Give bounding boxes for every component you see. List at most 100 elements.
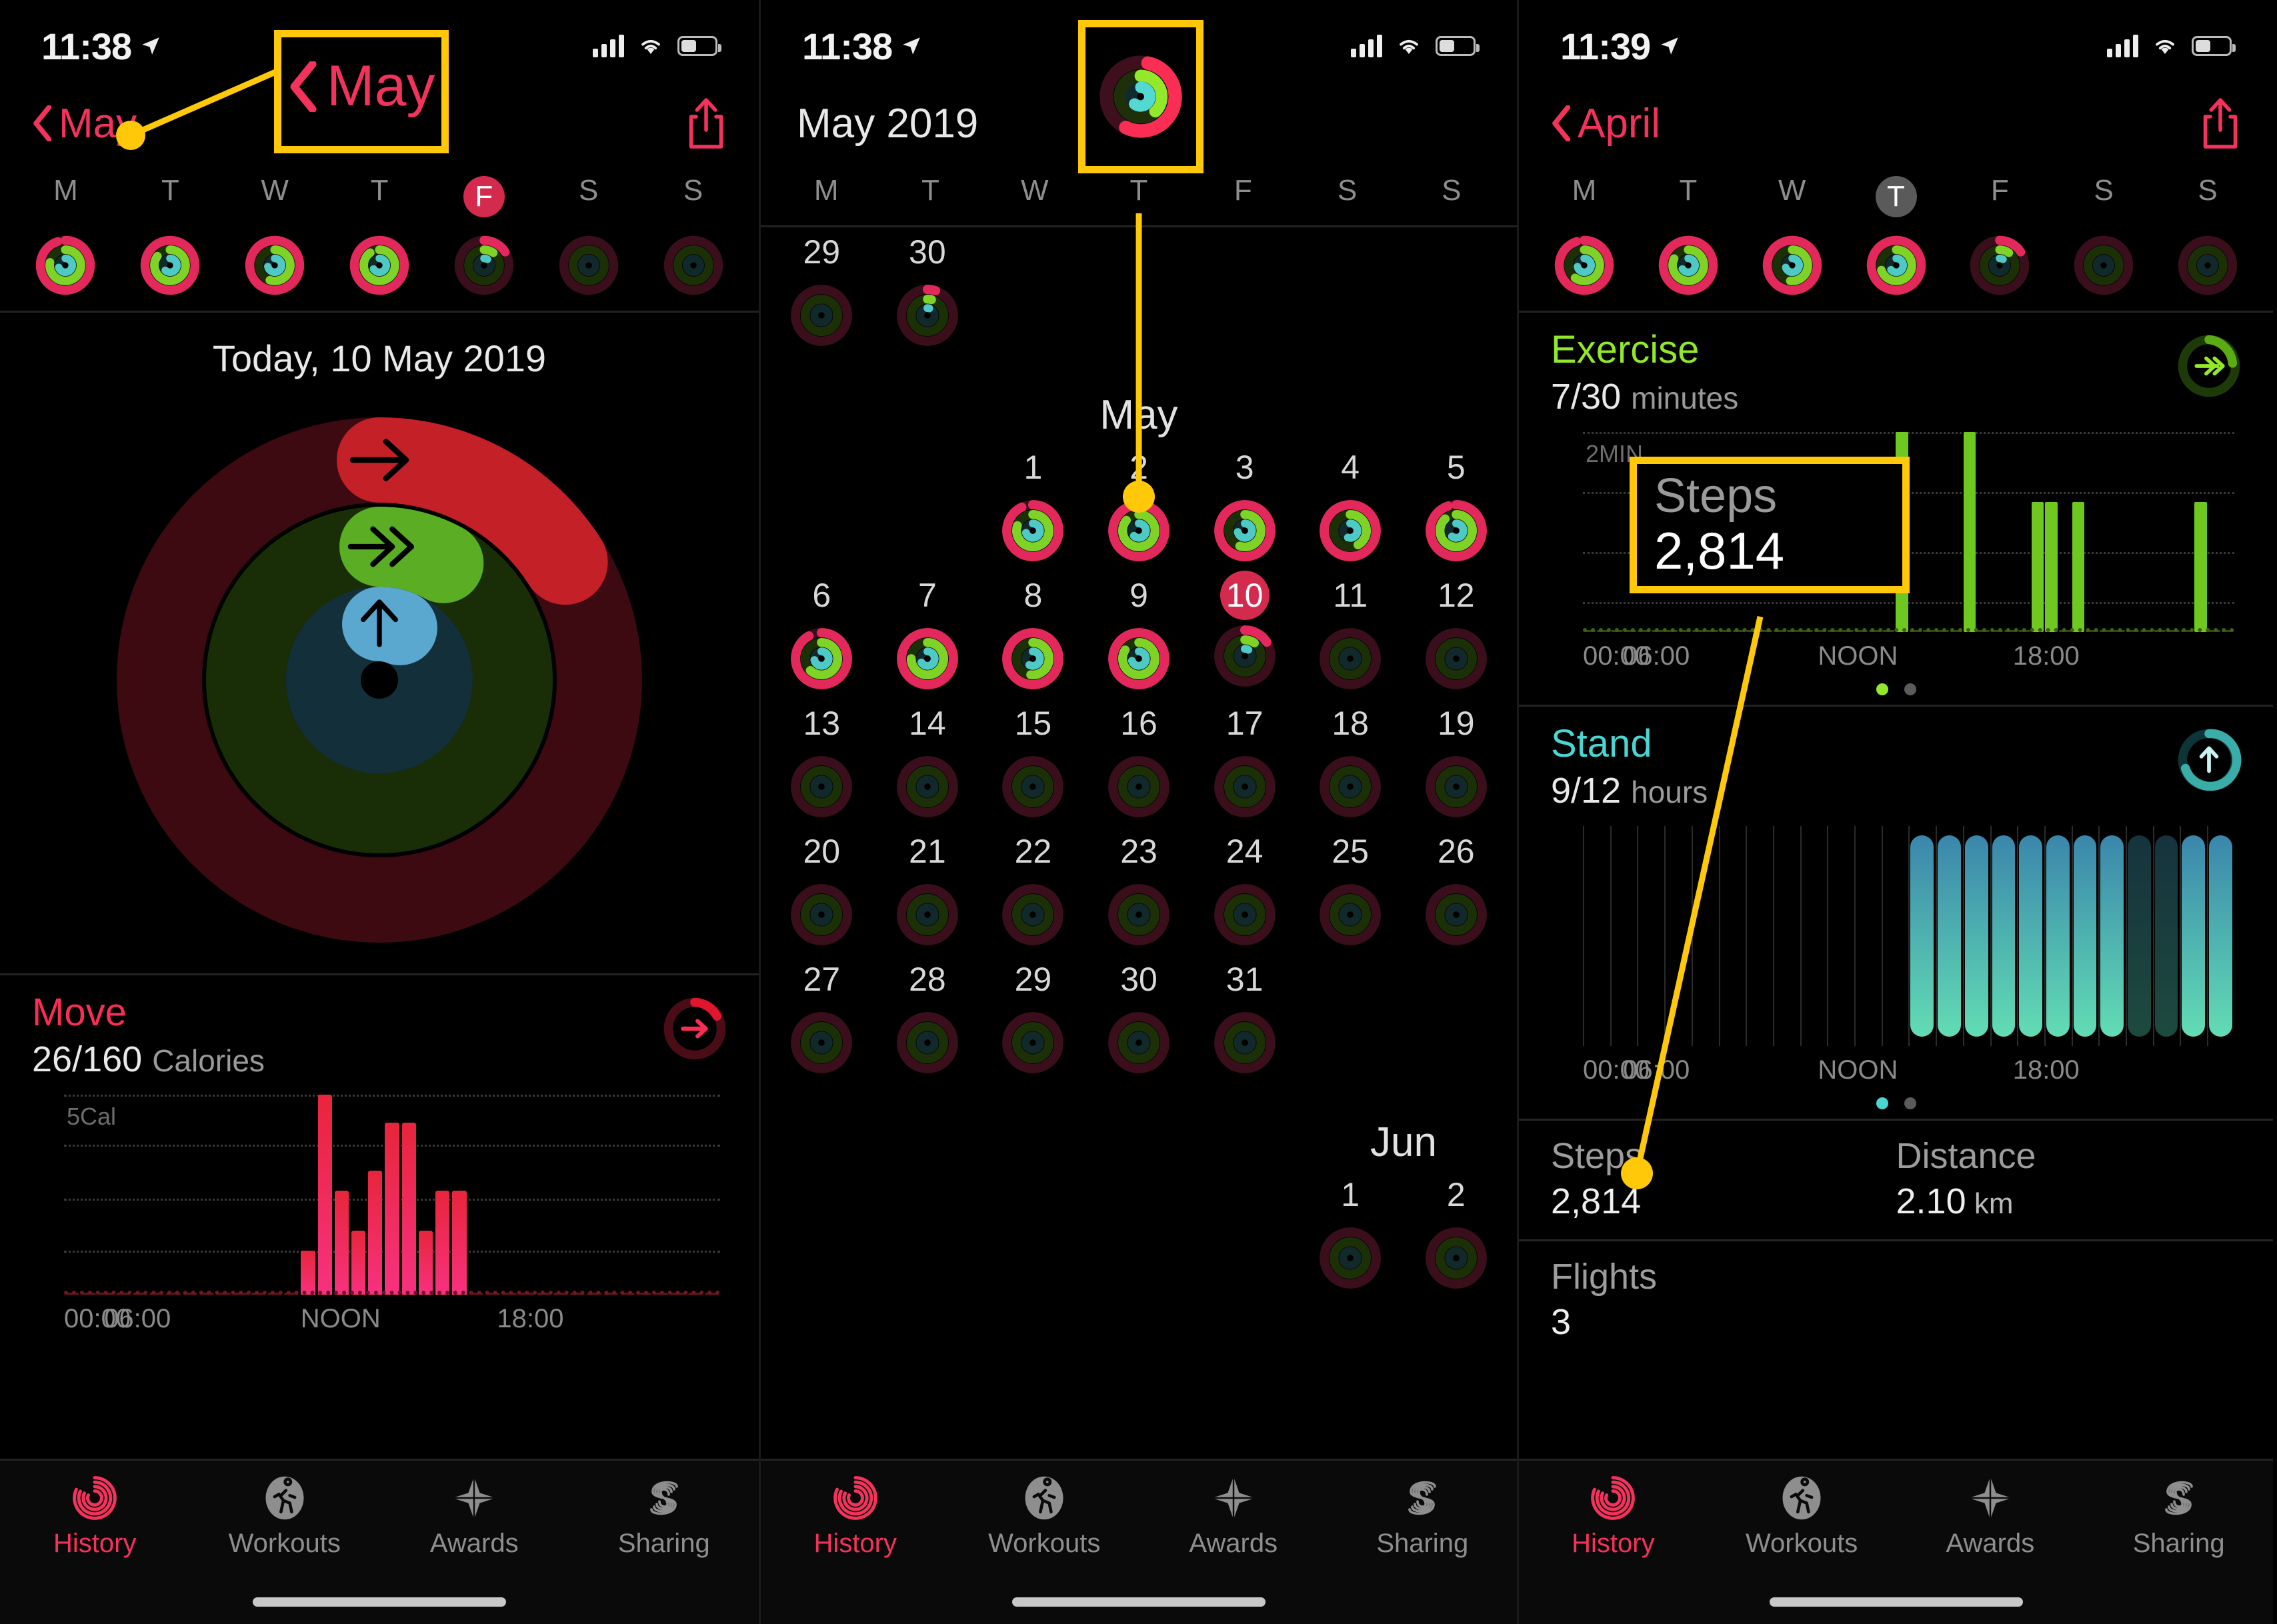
activity-ring-icon xyxy=(1970,235,2030,295)
tab-history[interactable]: History xyxy=(0,1473,190,1574)
move-metric-section[interactable]: Move 26/160 Calories 5Cal 00:00 06:00 NOON… xyxy=(0,975,759,1341)
move-bar xyxy=(452,1190,467,1295)
weekday-ring-0[interactable] xyxy=(1532,231,1636,300)
activity-ring-icon xyxy=(896,285,958,346)
stand-page-dots[interactable] xyxy=(1551,1085,2241,1112)
activity-ring-icon xyxy=(1214,756,1276,817)
calendar-day-cell[interactable]: 2 xyxy=(1086,443,1192,571)
weekday-ring-4[interactable] xyxy=(1948,231,2052,300)
tab-history[interactable]: History xyxy=(761,1473,950,1574)
calendar-day-cell[interactable]: 29 xyxy=(980,955,1086,1083)
calendar-day-cell[interactable]: 27 xyxy=(769,955,875,1083)
calendar-day-empty xyxy=(769,443,875,571)
tab-workouts[interactable]: Workouts xyxy=(950,1473,1140,1574)
exercise-page-dots[interactable] xyxy=(1551,671,2241,698)
weekday-ring-5[interactable] xyxy=(536,231,641,300)
tab-awards[interactable]: Awards xyxy=(1896,1473,2085,1574)
weekday-ring-6[interactable] xyxy=(2156,231,2260,300)
calendar-day-cell[interactable]: 6 xyxy=(769,571,875,699)
tab-workouts[interactable]: Workouts xyxy=(1708,1473,1896,1574)
calendar-day-cell[interactable]: 14 xyxy=(875,699,981,827)
exercise-bar xyxy=(1964,431,1976,632)
back-button-april[interactable]: April xyxy=(1551,100,1660,147)
calendar-day-cell[interactable]: 8 xyxy=(980,571,1086,699)
calendar-day-cell[interactable]: 25 xyxy=(1298,827,1404,955)
calendar-day-cell[interactable]: 4 xyxy=(1298,443,1404,571)
calendar-day-cell[interactable]: 22 xyxy=(980,827,1086,955)
stand-metric-section[interactable]: Stand 9/12 hours 00:00 06:00 NOON 18:00 xyxy=(1519,707,2273,1119)
activity-ring-icon xyxy=(1002,628,1064,689)
exercise-metric-section[interactable]: Exercise 7/30 minutes 2MIN 00:00 06:00 NOO… xyxy=(1519,313,2273,705)
calendar-day-cell[interactable]: 18 xyxy=(1298,699,1404,827)
tab-sharing[interactable]: Sharing xyxy=(1328,1473,1518,1574)
activity-ring-icon xyxy=(1108,500,1170,561)
calendar-day-cell[interactable]: 9 xyxy=(1086,571,1192,699)
weekday-ring-2[interactable] xyxy=(223,231,327,300)
stat-cell: Flights 3 xyxy=(1551,1256,1896,1343)
weekday-ring-5[interactable] xyxy=(2052,231,2156,300)
calendar-date: 10 xyxy=(1220,571,1270,620)
status-bar-2: 11:38 xyxy=(761,0,1517,80)
today-date-label: Today, 10 May 2019 xyxy=(212,337,547,379)
calendar-day-cell[interactable]: 5 xyxy=(1403,443,1509,571)
home-indicator[interactable] xyxy=(1012,1597,1266,1607)
arrow-up-icon xyxy=(2178,729,2242,791)
weekday-ring-3[interactable] xyxy=(1844,231,1948,300)
calendar-day-cell[interactable]: 23 xyxy=(1086,827,1192,955)
calendar-day-cell[interactable]: 26 xyxy=(1403,827,1509,955)
home-indicator[interactable] xyxy=(253,1597,506,1607)
tab-sharing[interactable]: Sharing xyxy=(2084,1473,2273,1574)
exercise-bar xyxy=(2194,501,2207,632)
tab-awards[interactable]: Awards xyxy=(1139,1473,1328,1574)
tab-workouts[interactable]: Workouts xyxy=(190,1473,380,1574)
calendar-scroll[interactable]: 29 30 May 1 2 3 4 5 6 7 8 9 10 11 12 13 14 15 16 17 18 19 20… xyxy=(761,227,1517,1298)
stat-label: Steps xyxy=(1551,1135,1644,1176)
calendar-date: 8 xyxy=(1023,577,1043,614)
big-activity-rings[interactable] xyxy=(0,387,759,973)
calendar-day-cell[interactable]: 31 xyxy=(1192,955,1298,1083)
calendar-day-cell[interactable]: 11 xyxy=(1298,571,1404,699)
calendar-day-cell[interactable]: 20 xyxy=(769,827,875,955)
share-icon[interactable] xyxy=(685,97,727,150)
share-icon[interactable] xyxy=(2200,97,2241,150)
weekday-ring-1[interactable] xyxy=(1636,231,1740,300)
activity-ring-icon xyxy=(1425,500,1487,561)
weekday-ring-6[interactable] xyxy=(641,231,745,300)
calendar-day-cell[interactable]: 15 xyxy=(980,699,1086,827)
weekday-ring-4[interactable] xyxy=(431,231,536,300)
weekday-rings-1 xyxy=(13,231,745,300)
calendar-day-cell[interactable]: 29 xyxy=(769,227,875,355)
tab-history[interactable]: History xyxy=(1519,1473,1708,1574)
tab-awards[interactable]: Awards xyxy=(379,1473,569,1574)
calendar-day-cell[interactable]: 1 xyxy=(980,443,1086,571)
calendar-day-cell[interactable]: 3 xyxy=(1192,443,1298,571)
home-indicator[interactable] xyxy=(1769,1597,2023,1607)
tab-sharing[interactable]: Sharing xyxy=(569,1473,759,1574)
calendar-day-cell[interactable]: 7 xyxy=(875,571,981,699)
calendar-day-cell[interactable]: 24 xyxy=(1192,827,1298,955)
calendar-day-cell[interactable]: 13 xyxy=(769,699,875,827)
calendar-date: 2 xyxy=(1446,1176,1466,1213)
calendar-day-cell[interactable]: 1 xyxy=(1298,1170,1404,1298)
calendar-day-cell[interactable]: 17 xyxy=(1192,699,1298,827)
calendar-day-cell[interactable]: 2 xyxy=(1403,1170,1509,1298)
weekday-ring-2[interactable] xyxy=(1740,231,1844,300)
move-bar xyxy=(334,1190,349,1295)
back-button-may[interactable]: May xyxy=(32,100,137,147)
calendar-day-cell[interactable]: 21 xyxy=(875,827,981,955)
move-bar xyxy=(385,1122,399,1295)
weekday-ring-3[interactable] xyxy=(327,231,432,300)
calendar-day-cell[interactable]: 19 xyxy=(1403,699,1509,827)
calendar-day-cell[interactable]: 10 xyxy=(1192,571,1298,699)
stand-bar xyxy=(2209,835,2232,1037)
calendar-day-cell[interactable]: 12 xyxy=(1403,571,1509,699)
activity-ring-icon xyxy=(791,1012,853,1073)
activity-ring-icon xyxy=(245,235,305,295)
calendar-day-cell[interactable]: 16 xyxy=(1086,699,1192,827)
weekday-ring-1[interactable] xyxy=(118,231,223,300)
weekday-ring-0[interactable] xyxy=(13,231,118,300)
calendar-day-cell[interactable]: 30 xyxy=(875,227,981,355)
calendar-day-cell[interactable]: 30 xyxy=(1086,955,1192,1083)
calendar-day-cell[interactable]: 28 xyxy=(875,955,981,1083)
calendar-date: 23 xyxy=(1120,833,1158,870)
